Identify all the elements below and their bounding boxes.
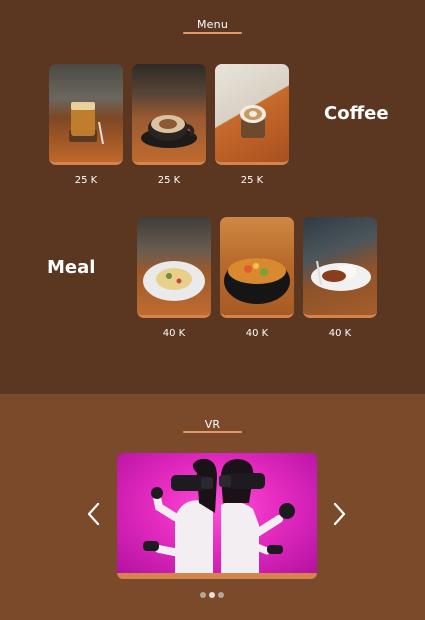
carousel-dot-active[interactable] [209,592,215,598]
meal-heading: Meal [47,257,96,278]
price-label: 40 K [162,328,186,339]
coffee-item-cappuccino[interactable] [132,64,206,165]
price-label: 40 K [245,328,269,339]
price-label: 25 K [74,175,98,186]
vr-title-underline [183,431,242,433]
price-label: 25 K [157,175,181,186]
cappuccino-image [141,115,197,148]
carousel-pagination [200,592,224,598]
vr-carousel-slide[interactable] [117,453,317,579]
chevron-left-icon[interactable] [85,500,103,528]
coffee-heading: Coffee [324,103,389,124]
carousel-dot[interactable] [218,592,224,598]
rice-plate-image [311,260,371,291]
meal-item-pasta[interactable] [137,217,211,318]
chevron-right-icon[interactable] [330,500,348,528]
coffee-item-latte[interactable] [215,64,289,165]
menu-title-underline [183,32,242,34]
price-label: 40 K [328,328,352,339]
coffee-item-iced-coffee[interactable] [49,64,123,165]
menu-title: Menu [196,18,228,31]
vr-title: VR [204,418,221,431]
vr-players-image [143,458,295,573]
latte-image [240,105,266,138]
price-label: 25 K [240,175,264,186]
meal-item-rice-plate[interactable] [303,217,377,318]
pasta-image [143,261,205,301]
meal-item-salad-bowl[interactable] [220,217,294,318]
salad-bowl-image [224,258,290,304]
carousel-dot[interactable] [200,592,206,598]
iced-coffee-image [69,102,104,145]
